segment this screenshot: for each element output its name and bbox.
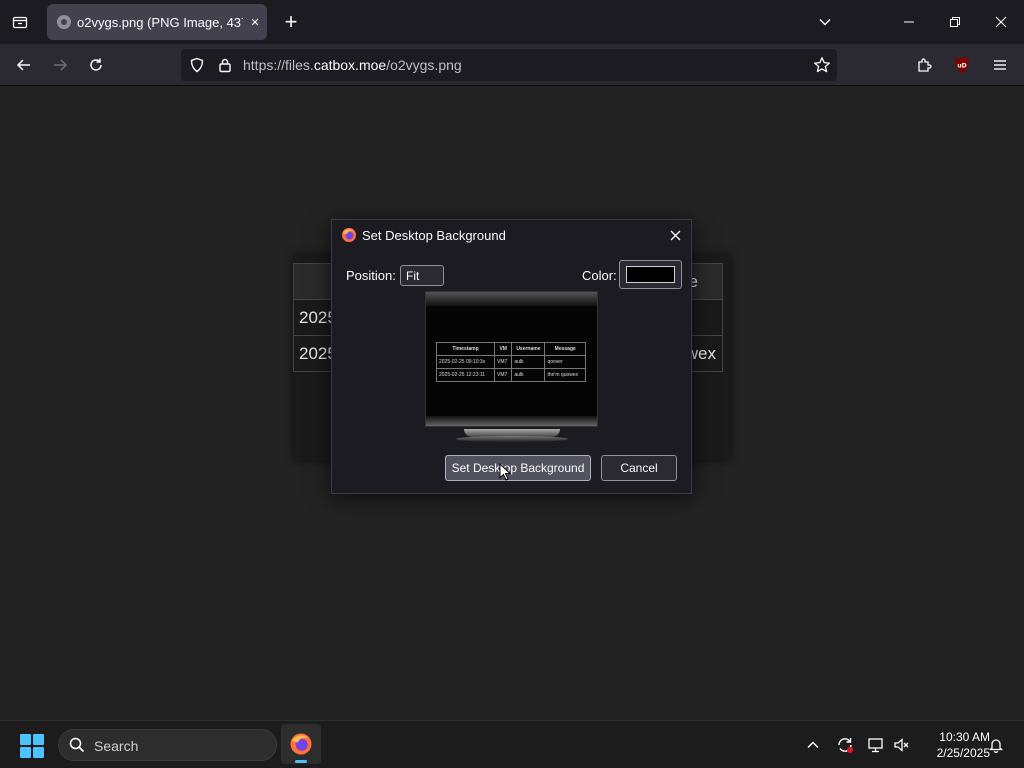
- firefox-icon: [289, 732, 313, 761]
- screen-glow: [426, 416, 597, 426]
- clock-time: 10:30 AM: [939, 730, 990, 744]
- reload-icon[interactable]: [82, 51, 110, 79]
- table-cell: aulk: [511, 355, 546, 369]
- extensions-icon[interactable]: [910, 51, 938, 79]
- preview-screen: Timestamp VM Username Message 2025-02-25…: [425, 291, 598, 427]
- tab-bar: o2vygs.png (PNG Image, 437 × × +: [0, 0, 1024, 44]
- color-swatch: [626, 266, 675, 283]
- chevron-up-icon[interactable]: [803, 735, 823, 755]
- network-icon[interactable]: [866, 735, 886, 755]
- list-all-tabs-icon[interactable]: [6, 8, 34, 36]
- shield-icon[interactable]: [189, 57, 205, 78]
- table-cell: 2025-02-25 09:10:3x: [435, 355, 496, 369]
- clock-date: 2/25/2025: [936, 746, 990, 760]
- table-header-row: Timestamp VM Username Message: [435, 342, 586, 356]
- taskbar-search[interactable]: Search: [58, 729, 277, 761]
- table-cell: VM7: [494, 368, 513, 382]
- svg-text:uD: uD: [957, 63, 966, 70]
- table-cell: VM7: [494, 355, 513, 369]
- close-icon[interactable]: [665, 225, 685, 245]
- table-cell: the'm quowex: [544, 368, 586, 382]
- restore-icon[interactable]: [941, 8, 969, 36]
- sync-icon[interactable]: [835, 735, 855, 755]
- url-text[interactable]: https://files.catbox.moe/o2vygs.png: [243, 57, 462, 73]
- table-cell: aulk: [511, 368, 546, 382]
- ublock-shield-icon[interactable]: uD: [948, 51, 976, 79]
- firefox-taskbar-button[interactable]: [281, 724, 321, 764]
- set-desktop-background-dialog: Set Desktop Background Position: Fit Col…: [331, 219, 692, 494]
- taskbar: Search 10:30 AM 2/25/2025: [0, 720, 1024, 768]
- search-placeholder: Search: [94, 738, 139, 754]
- table-header: Message: [544, 342, 586, 356]
- notification-bell-icon[interactable]: [986, 735, 1006, 755]
- set-desktop-background-button[interactable]: Set Desktop Background: [445, 455, 591, 481]
- table-header: VM: [494, 342, 513, 356]
- preview-table: Timestamp VM Username Message 2025-02-25…: [435, 342, 586, 382]
- active-indicator: [295, 760, 307, 763]
- table-header: Username: [511, 342, 546, 356]
- table-cell: 2025-02-25 12:23:11: [435, 368, 496, 382]
- dialog-titlebar[interactable]: Set Desktop Background: [332, 220, 691, 250]
- table-row: 2025-02-25 09:10:3x VM7 aulk qoover: [435, 355, 586, 369]
- bookmark-star-icon[interactable]: [813, 56, 831, 79]
- navigation-bar: https://files.catbox.moe/o2vygs.png uD: [0, 44, 1024, 86]
- new-tab-icon[interactable]: +: [278, 9, 304, 35]
- back-icon[interactable]: [10, 51, 38, 79]
- url-bar[interactable]: https://files.catbox.moe/o2vygs.png: [181, 49, 837, 81]
- lock-icon[interactable]: [217, 57, 233, 78]
- search-icon: [69, 737, 85, 758]
- monitor-preview: Timestamp VM Username Message 2025-02-25…: [424, 290, 600, 450]
- mouse-cursor-icon: [499, 463, 511, 481]
- color-label: Color:: [582, 268, 617, 283]
- position-select[interactable]: Fit: [400, 265, 444, 286]
- tab-active[interactable]: o2vygs.png (PNG Image, 437 × ×: [47, 4, 267, 40]
- cancel-button[interactable]: Cancel: [601, 455, 677, 481]
- close-window-icon[interactable]: [987, 8, 1015, 36]
- position-label: Position:: [346, 268, 396, 283]
- image-favicon-icon: [57, 15, 71, 29]
- windows-start-icon[interactable]: [20, 734, 44, 758]
- table-cell: qoover: [544, 355, 586, 369]
- color-picker-button[interactable]: [619, 260, 682, 289]
- dialog-title: Set Desktop Background: [362, 228, 506, 243]
- monitor-base: [456, 436, 568, 442]
- close-tab-icon[interactable]: ×: [245, 12, 265, 32]
- firefox-icon: [341, 227, 357, 243]
- minimize-icon[interactable]: [895, 8, 923, 36]
- clock[interactable]: 10:30 AM 2/25/2025: [920, 729, 990, 761]
- tab-title: o2vygs.png (PNG Image, 437 ×: [77, 14, 243, 30]
- forward-icon[interactable]: [46, 51, 74, 79]
- table-row: 2025-02-25 12:23:11 VM7 aulk the'm quowe…: [435, 368, 586, 382]
- hamburger-menu-icon[interactable]: [986, 51, 1014, 79]
- table-header: Timestamp: [435, 342, 496, 356]
- volume-muted-icon[interactable]: [892, 735, 912, 755]
- chevron-down-icon[interactable]: [811, 8, 839, 36]
- screen-glow: [426, 292, 597, 306]
